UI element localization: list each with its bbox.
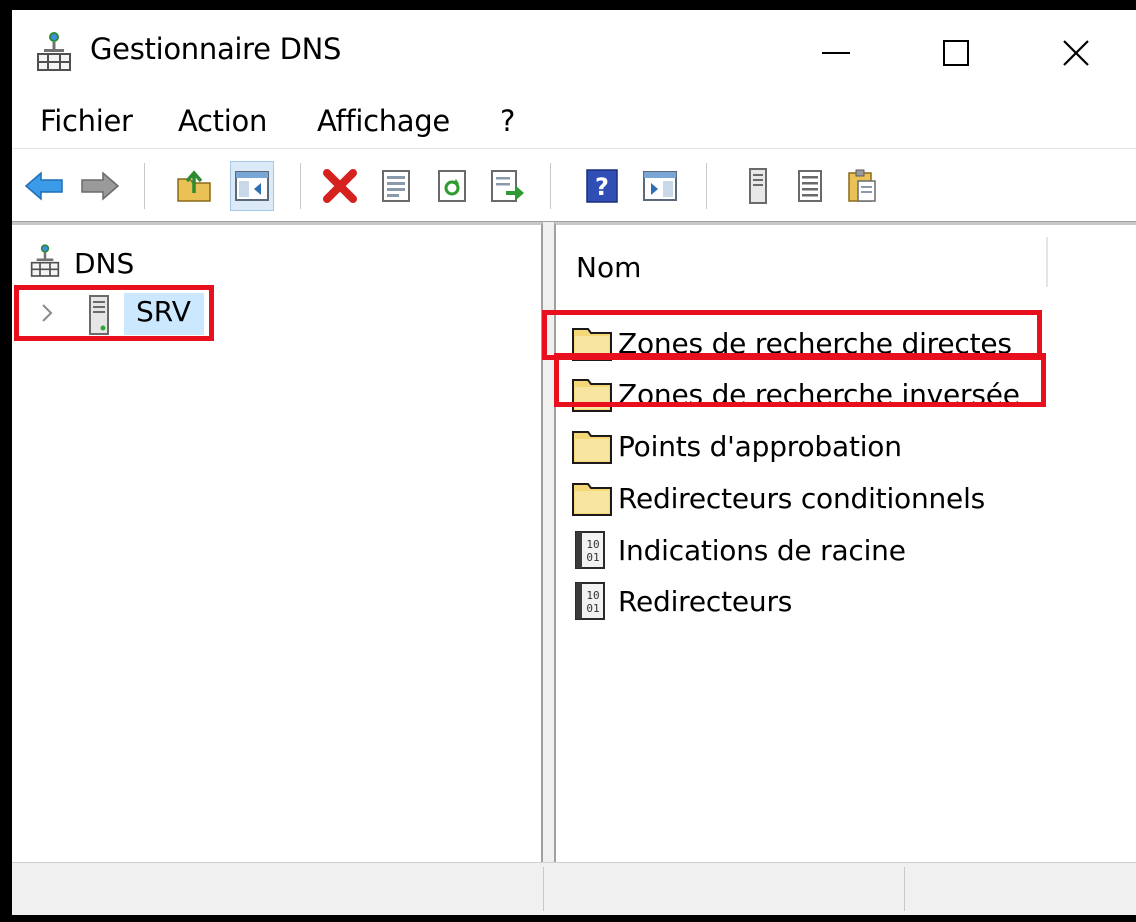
status-divider xyxy=(904,867,905,911)
column-header-nom[interactable]: Nom xyxy=(556,225,1136,305)
svg-text:?: ? xyxy=(595,173,609,201)
back-arrow-icon xyxy=(24,171,63,201)
title-bar: Gestionnaire DNS xyxy=(12,10,1136,96)
show-hide-tree-button[interactable] xyxy=(230,161,274,211)
folder-icon xyxy=(572,323,612,363)
action-pane-icon xyxy=(643,171,677,201)
maximize-button[interactable] xyxy=(896,10,1016,96)
delete-button[interactable] xyxy=(318,161,362,211)
console-tree-pane: DNS SRV xyxy=(12,222,543,862)
list-view-button[interactable] xyxy=(788,161,832,211)
list-item-label: Points d'approbation xyxy=(618,429,902,463)
action-pane-button[interactable] xyxy=(638,161,682,211)
menu-action[interactable]: Action xyxy=(178,104,267,138)
svg-text:10: 10 xyxy=(586,589,599,602)
up-one-level-button[interactable] xyxy=(172,161,216,211)
svg-text:10: 10 xyxy=(586,538,599,551)
list-item-forward-zones[interactable]: Zones de recherche directes xyxy=(572,320,1012,366)
delete-icon xyxy=(323,169,357,203)
server-icon xyxy=(749,168,767,204)
list-item-label: Redirecteurs xyxy=(618,584,793,618)
column-divider[interactable] xyxy=(1046,237,1048,287)
chevron-right-icon xyxy=(42,304,53,322)
close-button[interactable] xyxy=(1016,10,1136,96)
svg-text:01: 01 xyxy=(586,551,599,564)
tree-node-srv[interactable] xyxy=(22,291,62,335)
tree-label-srv: SRV xyxy=(136,295,191,328)
list-item-label: Zones de recherche inversée xyxy=(618,377,1020,411)
list-item-trust-points[interactable]: Points d'approbation xyxy=(572,423,902,469)
properties-icon xyxy=(382,170,410,202)
toolbar-separator xyxy=(550,163,552,209)
minimize-button[interactable] xyxy=(776,10,896,96)
dns-app-icon xyxy=(36,30,72,74)
refresh-button[interactable] xyxy=(430,161,474,211)
maximize-icon xyxy=(943,40,969,66)
server-button[interactable] xyxy=(736,161,780,211)
show-hide-tree-icon xyxy=(235,171,269,201)
list-icon xyxy=(798,170,822,202)
results-pane: Nom Zones de recherche directes Zones de… xyxy=(554,222,1136,862)
menu-fichier[interactable]: Fichier xyxy=(40,104,133,138)
clipboard-icon xyxy=(848,169,876,202)
list-item-root-hints[interactable]: 10 01 Indications de racine xyxy=(572,527,906,573)
list-item-label: Redirecteurs conditionnels xyxy=(618,481,986,515)
minimize-icon xyxy=(822,52,850,54)
tree-node-dns[interactable]: DNS xyxy=(30,243,134,283)
dns-manager-window: Gestionnaire DNS Fichier Action Affichag… xyxy=(12,10,1136,915)
binary-doc-icon: 10 01 xyxy=(572,581,612,621)
forward-arrow-icon xyxy=(81,171,120,201)
list-item-label: Indications de racine xyxy=(618,533,906,567)
server-icon xyxy=(88,295,110,339)
menu-bar: Fichier Action Affichage ? xyxy=(12,96,1136,148)
back-button[interactable] xyxy=(22,161,66,211)
dns-root-icon xyxy=(30,242,60,284)
forward-button[interactable] xyxy=(78,161,122,211)
column-title: Nom xyxy=(576,251,642,284)
binary-doc-icon: 10 01 xyxy=(572,530,612,570)
list-item-conditional-forwarders[interactable]: Redirecteurs conditionnels xyxy=(572,475,985,521)
properties-button[interactable] xyxy=(374,161,418,211)
pane-splitter[interactable] xyxy=(543,222,554,862)
svg-text:01: 01 xyxy=(586,602,599,615)
export-list-button[interactable] xyxy=(486,161,530,211)
status-bar xyxy=(12,862,1136,915)
folder-icon xyxy=(572,426,612,466)
status-divider xyxy=(543,867,544,911)
help-button[interactable]: ? xyxy=(580,161,624,211)
list-item-label: Zones de recherche directes xyxy=(618,326,1012,360)
toolbar-separator xyxy=(300,163,302,209)
list-item-reverse-zones[interactable]: Zones de recherche inversée xyxy=(572,371,1020,417)
folder-icon xyxy=(572,478,612,518)
expand-toggle[interactable] xyxy=(32,293,62,333)
toolbar: ? xyxy=(12,148,1136,222)
up-folder-icon xyxy=(177,170,211,202)
folder-icon xyxy=(572,374,612,414)
refresh-icon xyxy=(438,170,466,202)
menu-help[interactable]: ? xyxy=(500,104,515,138)
help-icon: ? xyxy=(586,169,618,203)
toolbar-separator xyxy=(144,163,146,209)
list-item-forwarders[interactable]: 10 01 Redirecteurs xyxy=(572,578,792,624)
export-list-icon xyxy=(491,170,524,202)
clipboard-button[interactable] xyxy=(840,161,884,211)
close-icon xyxy=(1063,40,1089,66)
toolbar-separator xyxy=(706,163,708,209)
menu-affichage[interactable]: Affichage xyxy=(317,104,450,138)
tree-label-dns: DNS xyxy=(74,246,135,280)
window-title: Gestionnaire DNS xyxy=(90,32,342,66)
